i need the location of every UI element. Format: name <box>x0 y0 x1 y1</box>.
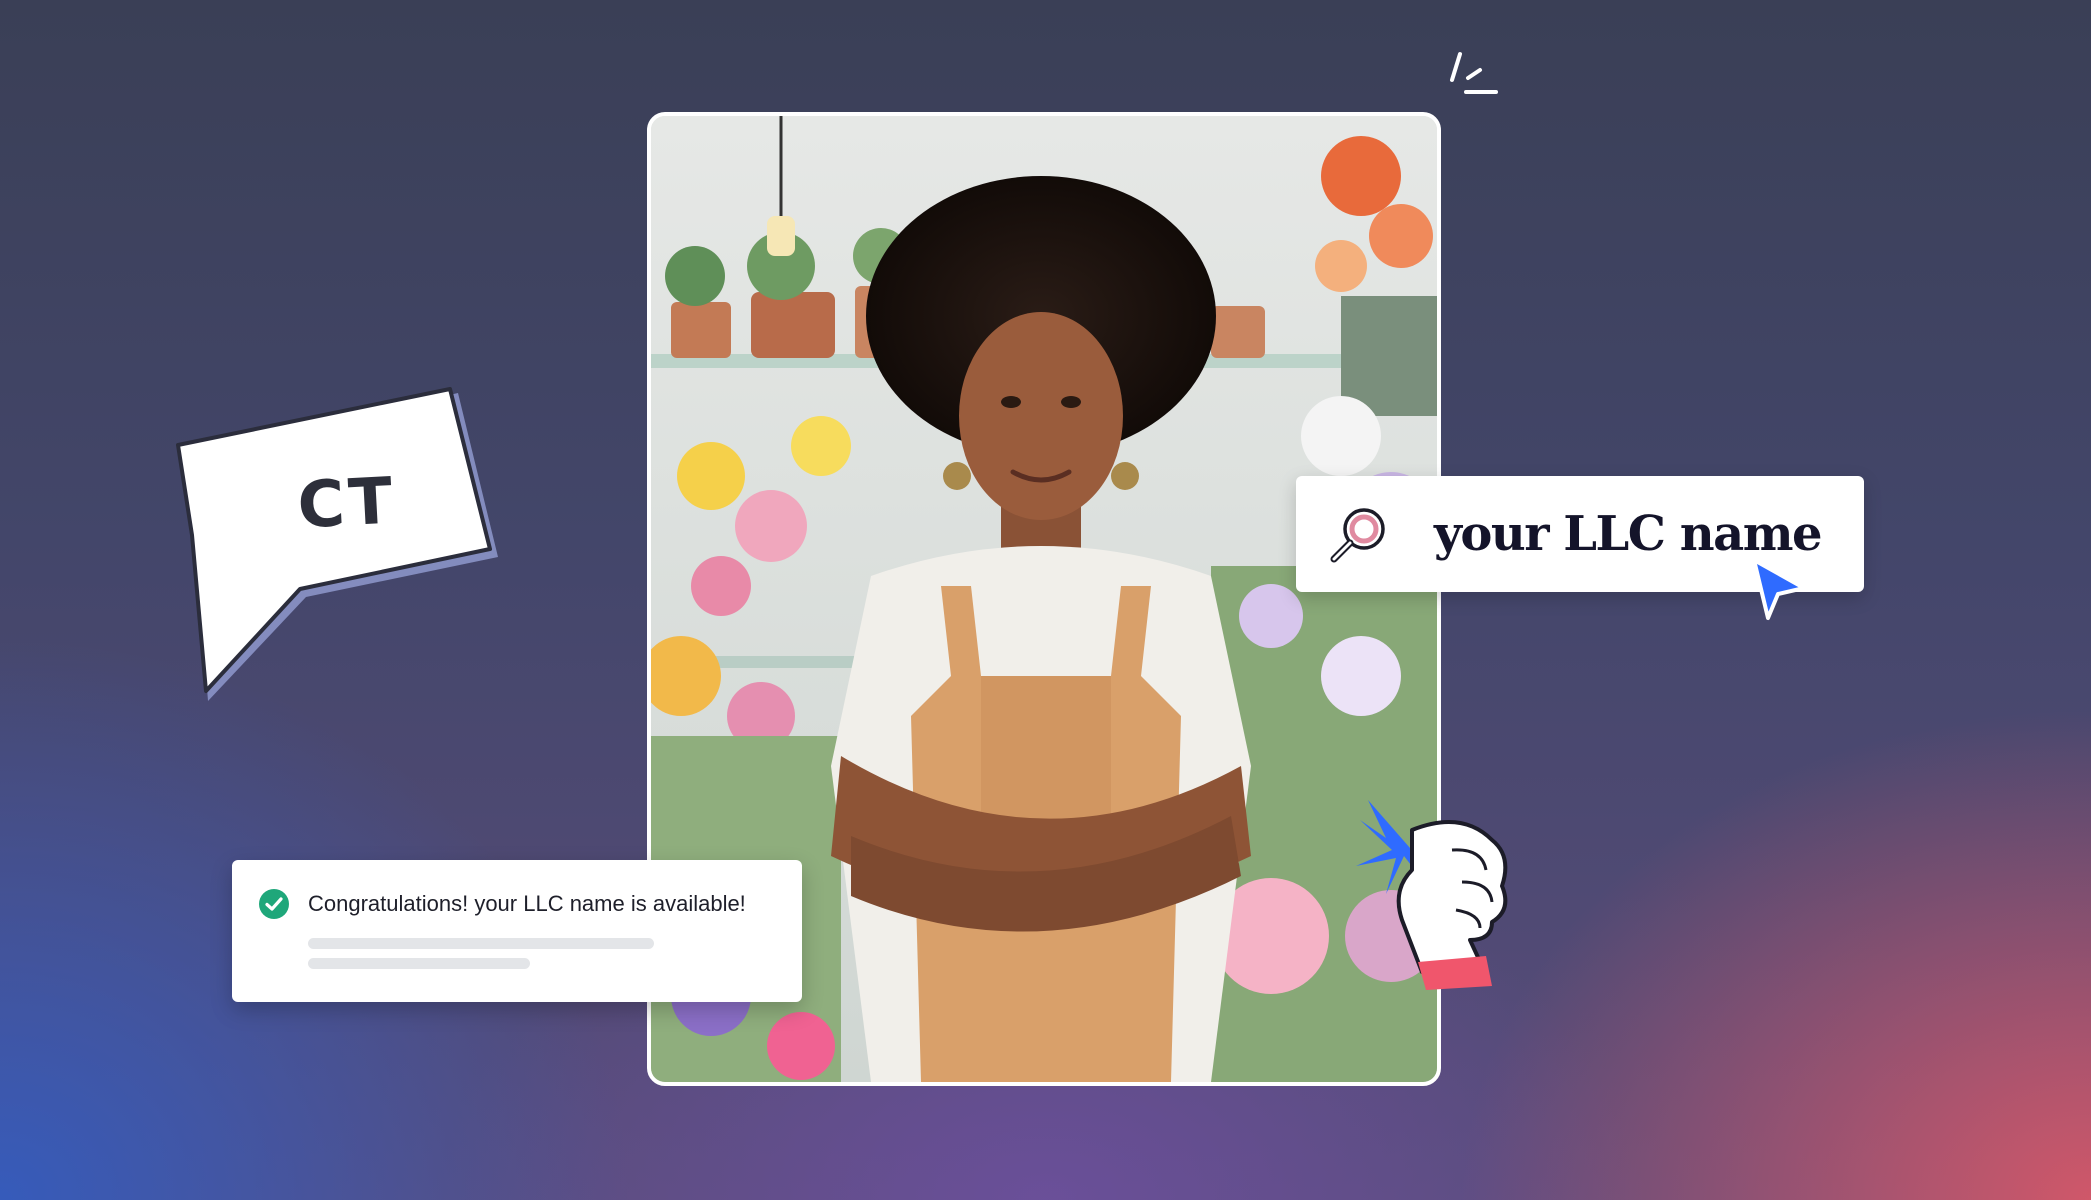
search-icon <box>1330 508 1385 563</box>
notification-row: Congratulations! your LLC name is availa… <box>258 888 776 920</box>
state-abbreviation: CT <box>295 464 399 544</box>
availability-notification: Congratulations! your LLC name is availa… <box>232 860 802 1002</box>
search-query-text[interactable]: your LLC name <box>1434 506 1823 562</box>
speech-bubble: CT <box>172 385 512 715</box>
speech-bubble-shape <box>176 387 498 701</box>
cursor-pointer-icon <box>1752 558 1806 620</box>
notification-message: Congratulations! your LLC name is availa… <box>308 891 746 916</box>
placeholder-line <box>308 938 654 949</box>
sparkle-lines-icon <box>1450 52 1498 94</box>
hand-pointer-icon <box>1356 800 1508 990</box>
check-circle-icon <box>259 889 289 919</box>
placeholder-line <box>308 958 530 969</box>
